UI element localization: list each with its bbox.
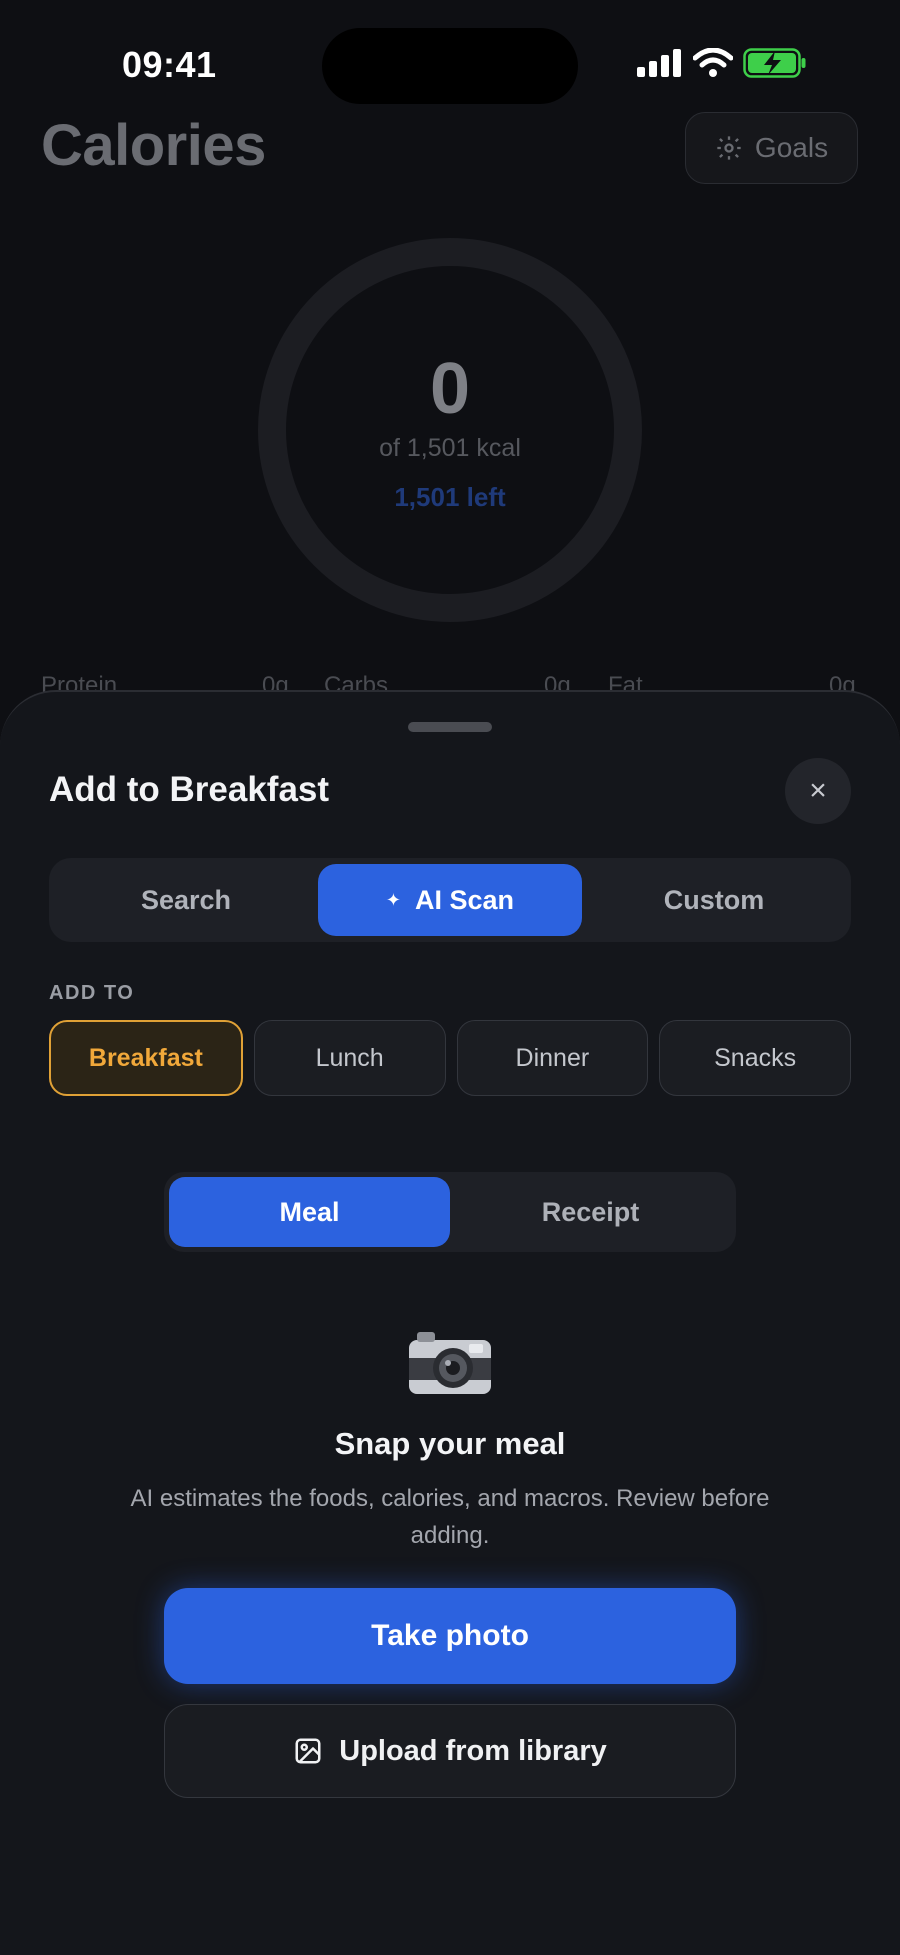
scan-title: Snap your meal: [334, 1426, 566, 1461]
tab-custom[interactable]: Custom: [582, 864, 846, 936]
camera-icon: [409, 1332, 491, 1394]
meal-chip-snacks[interactable]: Snacks: [659, 1020, 851, 1096]
calories-goal: of 1,501 kcal: [379, 434, 521, 462]
tab-ai-scan[interactable]: ✦ AI Scan: [318, 864, 582, 936]
mode-receipt[interactable]: Receipt: [450, 1177, 731, 1247]
meal-chip-lunch[interactable]: Lunch: [253, 1020, 446, 1096]
upload-from-library-button[interactable]: Upload from library: [164, 1704, 736, 1798]
tab-ai-scan-label: AI Scan: [415, 884, 515, 915]
dynamic-island: [322, 28, 578, 104]
tab-search[interactable]: Search: [54, 864, 318, 936]
cellular-signal-icon: [637, 49, 681, 77]
tab-search-label: Search: [140, 884, 232, 915]
meal-chip-dinner[interactable]: Dinner: [456, 1020, 649, 1096]
calories-left: 1,501 left: [394, 482, 506, 512]
wifi-icon: [693, 48, 733, 77]
battery-charging-icon: [743, 48, 806, 78]
sheet-title: Add to Breakfast: [49, 770, 330, 809]
page-title: Calories: [41, 113, 266, 178]
calories-consumed: 0: [429, 349, 471, 429]
meal-selector: Breakfast Lunch Dinner Snacks: [49, 1020, 851, 1096]
close-icon: ×: [809, 774, 827, 807]
add-to-label: ADD TO: [49, 982, 135, 1004]
sheet-grabber[interactable]: [408, 722, 492, 732]
goals-label: Goals: [754, 132, 829, 163]
scan-description: AI estimates the foods, calories, and ma…: [130, 1485, 770, 1549]
meal-chip-breakfast[interactable]: Breakfast: [49, 1020, 243, 1096]
goals-button[interactable]: Goals: [685, 112, 858, 184]
source-tabs: Search ✦ AI Scan Custom: [49, 858, 851, 942]
status-icons: [637, 48, 807, 78]
sparkle-icon: ✦: [385, 889, 402, 910]
image-icon: [295, 1738, 321, 1764]
calorie-ring: [258, 238, 642, 622]
add-food-sheet: Add to Breakfast × Search ✦ AI Scan Cust…: [0, 690, 900, 1955]
take-photo-button[interactable]: Take photo: [164, 1588, 736, 1684]
status-time: 09:41: [122, 44, 217, 85]
scan-mode-toggle: Meal Receipt: [164, 1172, 736, 1252]
tab-custom-label: Custom: [663, 884, 765, 915]
upload-label: Upload from library: [339, 1734, 607, 1767]
gear-icon: [717, 136, 741, 160]
mode-meal[interactable]: Meal: [169, 1177, 450, 1247]
close-button[interactable]: ×: [785, 758, 851, 824]
